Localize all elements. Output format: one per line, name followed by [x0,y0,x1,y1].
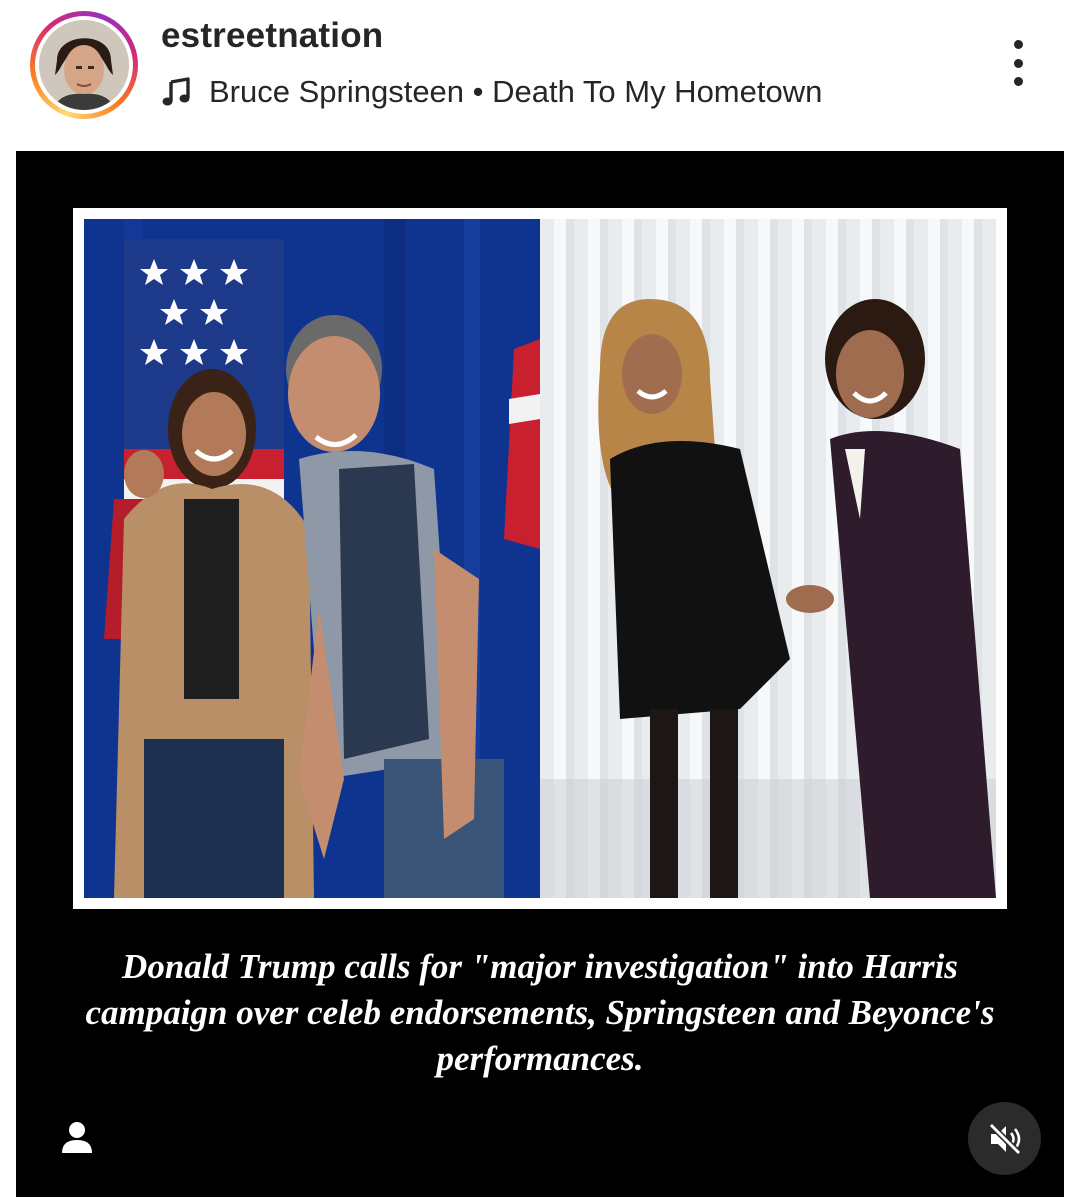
post-caption: Donald Trump calls for "major investigat… [85,947,995,1078]
photo-left-illustration [84,219,540,898]
story-ring[interactable] [30,11,138,119]
more-vertical-icon [1013,40,1023,49]
photo-collage [73,208,1007,909]
user-tag-icon [62,1122,92,1153]
audio-text: Bruce Springsteen • Death To My Hometown [209,74,823,109]
tagged-people-button[interactable] [52,1113,102,1163]
more-options-button[interactable] [1000,36,1036,90]
photo-right [540,219,996,898]
music-note-icon [162,77,190,106]
post-header: estreetnation Bruce Springsteen • Death … [0,0,1080,150]
audio-attribution[interactable]: Bruce Springsteen • Death To My Hometown [161,72,822,112]
avatar-portrait [39,20,129,110]
mute-toggle-button[interactable] [968,1102,1041,1175]
photo-right-illustration [540,299,996,898]
avatar[interactable] [39,20,129,110]
username[interactable]: estreetnation [161,16,383,56]
post-media[interactable]: Donald Trump calls for "major investigat… [16,151,1064,1197]
speaker-muted-icon [988,1122,1021,1155]
photo-left [84,219,540,898]
